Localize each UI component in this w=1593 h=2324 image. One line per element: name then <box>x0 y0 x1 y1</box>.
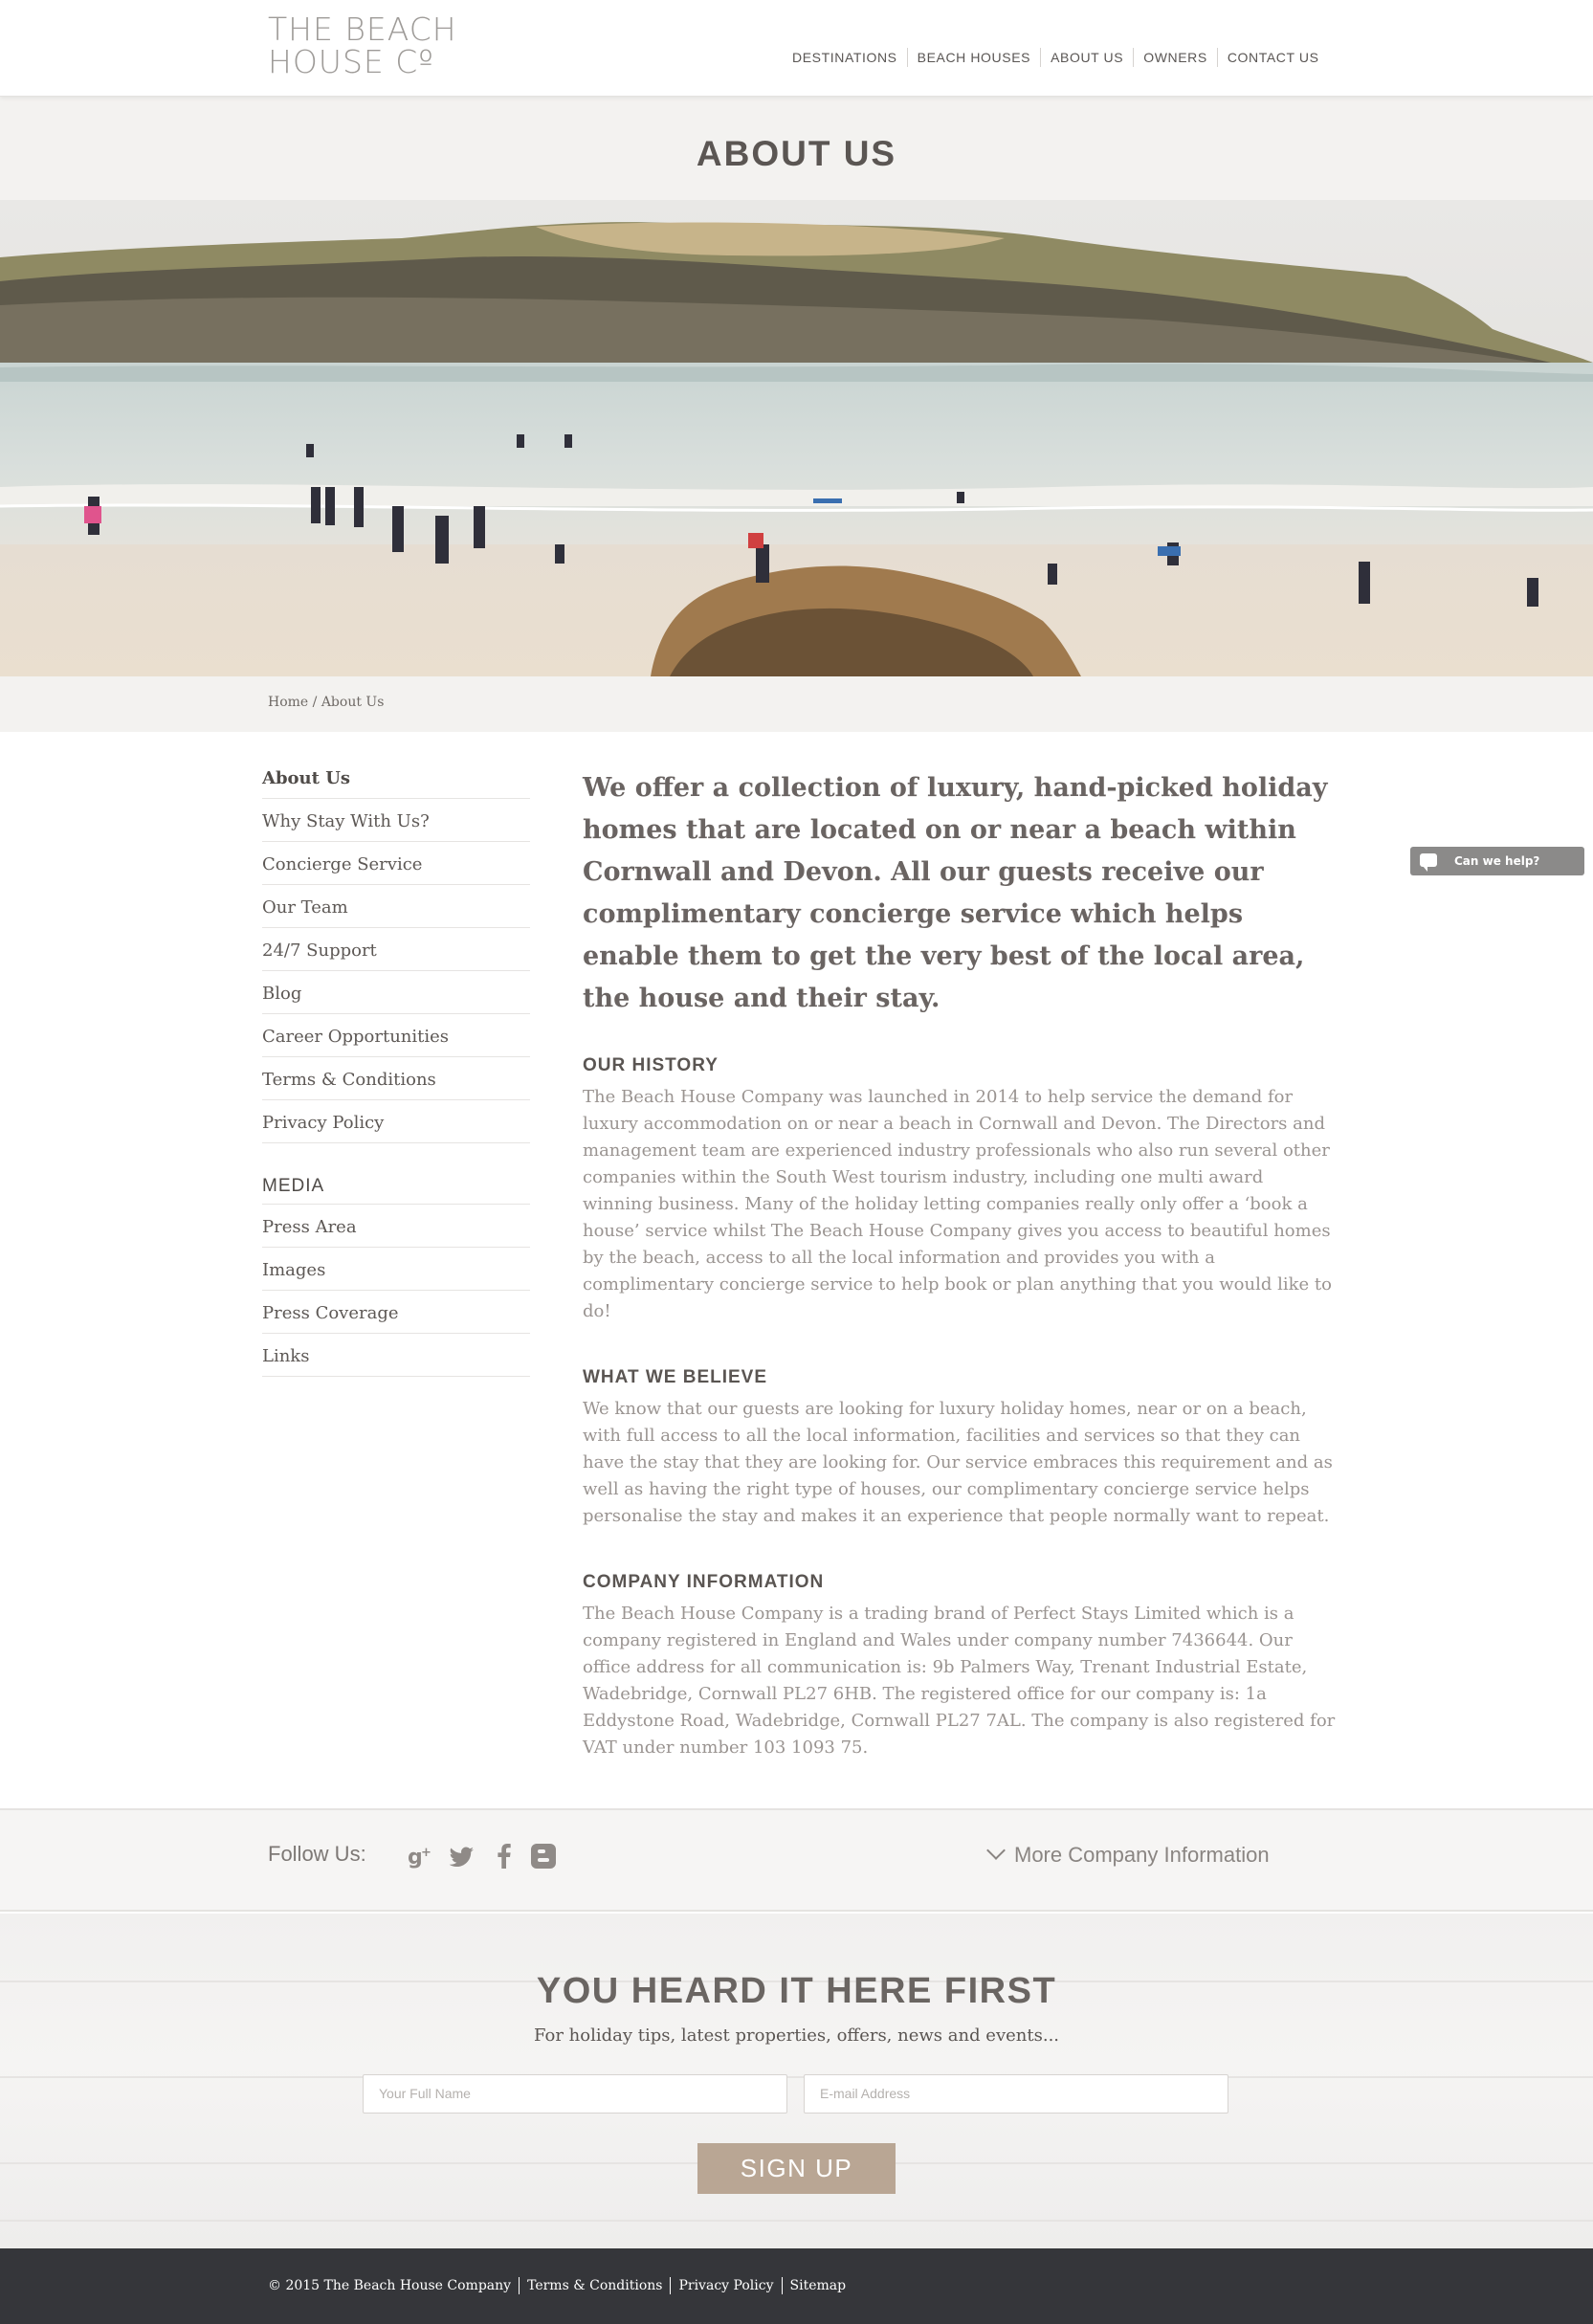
main-content: We offer a collection of luxury, hand-pi… <box>583 767 1339 1761</box>
speech-bubble-icon <box>1420 853 1437 872</box>
sidebar-item-images[interactable]: Images <box>262 1248 530 1291</box>
newsletter-subtitle: For holiday tips, latest properties, off… <box>533 2025 1060 2046</box>
more-info-label: More Company Information <box>1014 1843 1270 1867</box>
company-heading: COMPANY INFORMATION <box>583 1572 825 1592</box>
hero-beach-image <box>0 200 1593 676</box>
google-plus-icon[interactable]: g + <box>407 1842 435 1870</box>
chat-label: Can we help? <box>1454 854 1540 868</box>
sidebar-item-press-area[interactable]: Press Area <box>262 1205 530 1248</box>
sidebar-item-about-us[interactable]: About Us <box>262 756 530 799</box>
svg-text:+: + <box>421 1846 431 1860</box>
nav-destinations[interactable]: DESTINATIONS <box>783 48 907 67</box>
twitter-icon[interactable] <box>448 1842 476 1870</box>
chat-help-button[interactable]: Can we help? <box>1410 847 1584 875</box>
sign-up-button[interactable]: SIGN UP <box>697 2143 896 2194</box>
intro-lead: We offer a collection of luxury, hand-pi… <box>583 773 1328 1013</box>
breadcrumb-band <box>0 676 1593 732</box>
believe-text: We know that our guests are looking for … <box>583 1399 1333 1526</box>
more-company-info-toggle[interactable]: More Company Information <box>986 1841 1270 1868</box>
footer-copyright: © 2015 The Beach House Company <box>268 2278 512 2293</box>
newsletter-title: YOU HEARD IT HERE FIRST <box>536 1971 1057 2011</box>
believe-heading: WHAT WE BELIEVE <box>583 1367 768 1387</box>
sidebar: About Us Why Stay With Us? Concierge Ser… <box>262 756 530 1377</box>
site-logo[interactable]: THE BEACH HOUSE Cº <box>268 13 478 78</box>
footer-link-privacy[interactable]: Privacy Policy <box>670 2277 781 2294</box>
main-nav: DESTINATIONS BEACH HOUSES ABOUT US OWNER… <box>783 48 1329 67</box>
sidebar-item-links[interactable]: Links <box>262 1334 530 1377</box>
nav-about-us[interactable]: ABOUT US <box>1040 48 1133 67</box>
sidebar-item-blog[interactable]: Blog <box>262 971 530 1014</box>
facebook-icon[interactable] <box>490 1842 519 1870</box>
nav-contact-us[interactable]: CONTACT US <box>1216 48 1329 67</box>
sidebar-item-support[interactable]: 24/7 Support <box>262 928 530 971</box>
page-title: ABOUT US <box>696 134 897 173</box>
sidebar-item-careers[interactable]: Career Opportunities <box>262 1014 530 1057</box>
history-heading: OUR HISTORY <box>583 1055 719 1075</box>
chevron-down-icon <box>986 1841 1006 1860</box>
nav-owners[interactable]: OWNERS <box>1133 48 1217 67</box>
company-text: The Beach House Company is a trading bra… <box>583 1604 1336 1758</box>
sidebar-item-concierge-service[interactable]: Concierge Service <box>262 842 530 885</box>
sidebar-item-terms[interactable]: Terms & Conditions <box>262 1057 530 1100</box>
history-text: The Beach House Company was launched in … <box>583 1087 1332 1321</box>
sidebar-item-our-team[interactable]: Our Team <box>262 885 530 928</box>
newsletter-band <box>0 1914 1593 2248</box>
footer-link-terms[interactable]: Terms & Conditions <box>519 2277 670 2294</box>
sidebar-item-press-coverage[interactable]: Press Coverage <box>262 1291 530 1334</box>
email-input[interactable]: E-mail Address <box>804 2074 1228 2114</box>
breadcrumb[interactable]: Home / About Us <box>268 695 384 710</box>
blogger-icon[interactable] <box>529 1842 558 1870</box>
follow-label: Follow Us: <box>268 1842 366 1866</box>
nav-beach-houses[interactable]: BEACH HOUSES <box>906 48 1040 67</box>
logo-line-1: THE BEACH <box>268 11 457 48</box>
footer-link-sitemap[interactable]: Sitemap <box>781 2277 854 2294</box>
logo-line-2: HOUSE Cº <box>268 43 434 80</box>
footer-links: © 2015 The Beach House Company Terms & C… <box>268 2277 853 2294</box>
full-name-input[interactable]: Your Full Name <box>363 2074 787 2114</box>
sidebar-item-privacy[interactable]: Privacy Policy <box>262 1100 530 1143</box>
site-header: THE BEACH HOUSE Cº DESTINATIONS BEACH HO… <box>0 0 1593 97</box>
sidebar-heading-media: MEDIA <box>262 1168 530 1205</box>
follow-band <box>0 1808 1593 1912</box>
sidebar-item-why-stay[interactable]: Why Stay With Us? <box>262 799 530 842</box>
